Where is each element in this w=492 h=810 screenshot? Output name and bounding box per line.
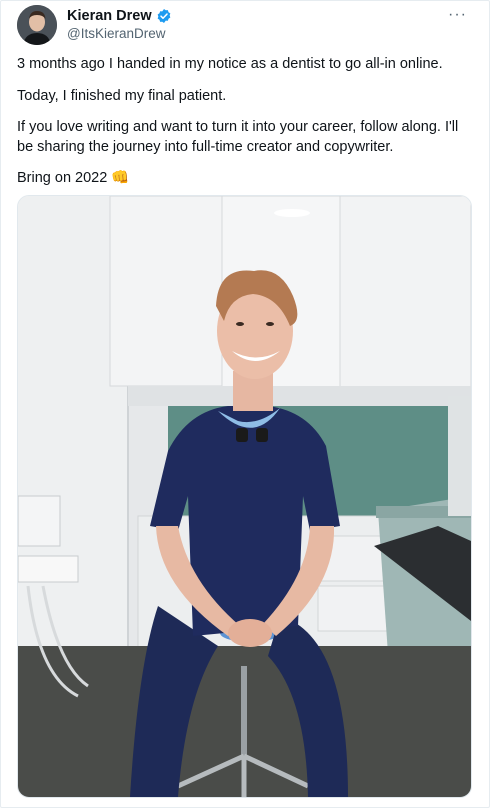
tweet-text: 3 months ago I handed in my notice as a … — [17, 55, 472, 201]
tweet-paragraph-1: 3 months ago I handed in my notice as a … — [17, 56, 443, 72]
tweet-media-photo[interactable] — [17, 195, 472, 798]
author-handle[interactable]: @ItsKieranDrew — [67, 26, 165, 41]
dentist-photo — [18, 196, 471, 797]
tweet-card: Kieran Drew @ItsKieranDrew ··· 3 months … — [0, 0, 490, 808]
avatar[interactable] — [17, 5, 57, 45]
more-options-icon[interactable]: ··· — [448, 6, 467, 24]
tweet-paragraph-2: Today, I finished my final patient. — [17, 87, 227, 104]
tweet-paragraph-4: Bring on 2022 👊 — [17, 170, 130, 186]
avatar-photo — [17, 5, 57, 45]
author-display-name[interactable]: Kieran Drew — [67, 8, 152, 24]
author-name-row: Kieran Drew — [67, 8, 172, 24]
verified-badge-icon — [156, 8, 172, 24]
tweet-paragraph-3: If you love writing and want to turn it … — [17, 119, 459, 155]
